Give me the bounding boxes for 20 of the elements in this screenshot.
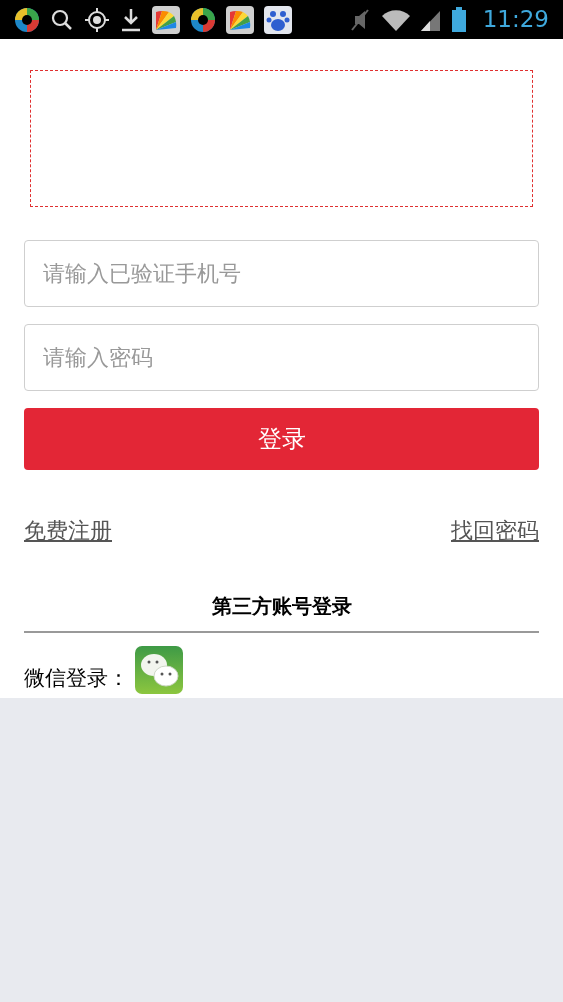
wechat-login-label: 微信登录： bbox=[24, 664, 129, 692]
recover-password-link[interactable]: 找回密码 bbox=[451, 514, 539, 547]
search-icon bbox=[50, 7, 74, 32]
mute-icon bbox=[348, 7, 371, 32]
wifi-icon bbox=[380, 7, 411, 32]
app-swirl-icon bbox=[190, 6, 216, 33]
location-icon bbox=[84, 6, 110, 33]
battery-icon bbox=[450, 6, 467, 33]
login-button[interactable]: 登录 bbox=[24, 408, 539, 470]
app-fan-icon bbox=[226, 5, 254, 34]
section-title: 第三方账号登录 bbox=[211, 593, 352, 620]
paw-icon bbox=[264, 5, 292, 34]
app-fan-icon bbox=[152, 5, 180, 34]
app-swirl-icon bbox=[14, 6, 40, 33]
password-input-field[interactable]: 请输入密码 bbox=[24, 324, 539, 391]
clock: 11:29 bbox=[482, 5, 549, 35]
register-link[interactable]: 免费注册 bbox=[24, 514, 112, 547]
chat-bubbles-icon[interactable] bbox=[135, 646, 183, 694]
phone-input-field[interactable]: 请输入已验证手机号 bbox=[24, 240, 539, 307]
download-icon bbox=[120, 6, 142, 33]
